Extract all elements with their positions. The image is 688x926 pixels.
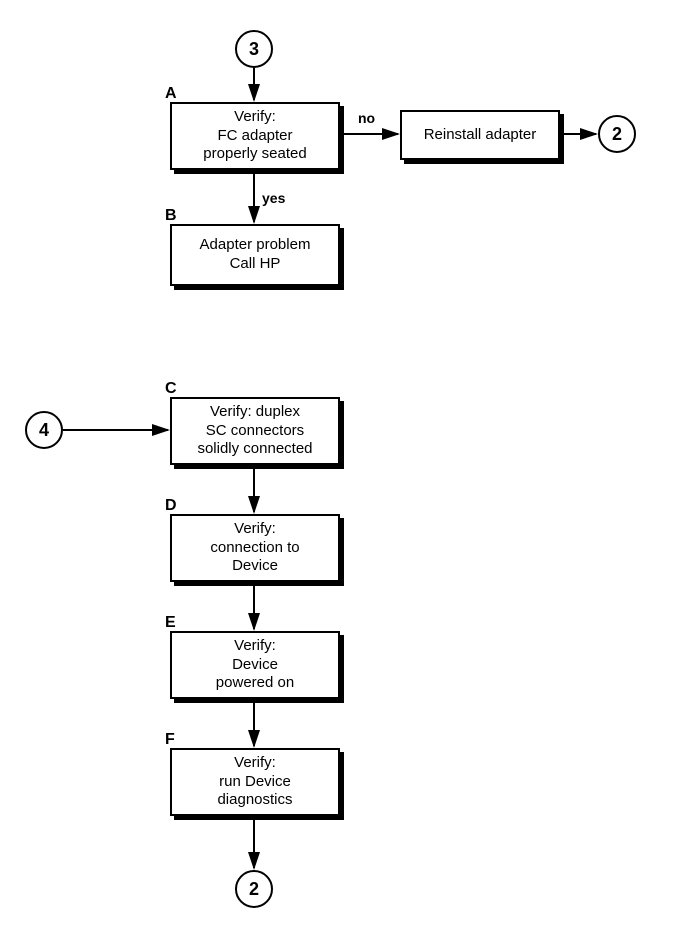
flowchart: 3 4 2 2 A Verify: FC adapter properly se… [0,0,688,926]
box-text: Verify: connection to Device [210,520,299,576]
box-text: Verify: run Device diagnostics [217,754,292,810]
box-adapter-problem: Adapter problem Call HP [170,224,340,286]
label-B: B [165,207,177,225]
box-text: Verify: duplex SC connectors solidly con… [197,403,312,459]
connector-3: 3 [235,30,273,68]
label-D: D [165,497,177,515]
box-verify-power: Verify: Device powered on [170,631,340,699]
box-text: Reinstall adapter [424,126,537,145]
connector-2-bottom: 2 [235,870,273,908]
box-verify-connection: Verify: connection to Device [170,514,340,582]
box-reinstall-adapter: Reinstall adapter [400,110,560,160]
label-E: E [165,614,176,632]
connector-4: 4 [25,411,63,449]
box-verify-duplex: Verify: duplex SC connectors solidly con… [170,397,340,465]
edge-yes: yes [262,190,285,206]
edge-no: no [358,110,375,126]
connector-2-right: 2 [598,115,636,153]
label-A: A [165,85,177,103]
box-verify-fc-adapter: Verify: FC adapter properly seated [170,102,340,170]
box-text: Verify: FC adapter properly seated [203,108,306,164]
arrows [0,0,688,926]
label-C: C [165,380,177,398]
box-text: Adapter problem Call HP [200,236,311,274]
box-verify-diagnostics: Verify: run Device diagnostics [170,748,340,816]
label-F: F [165,731,175,749]
box-text: Verify: Device powered on [216,637,294,693]
